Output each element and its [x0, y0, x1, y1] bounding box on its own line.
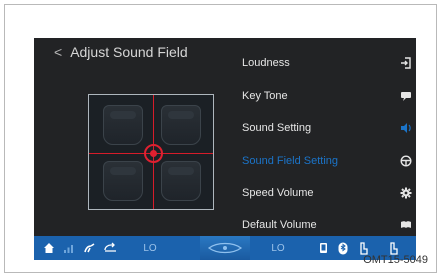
bluetooth-icon[interactable] [336, 240, 350, 256]
menu-item-label: Speed Volume [242, 187, 314, 199]
menu-item-default-volume[interactable]: Default Volume [242, 212, 414, 238]
fan-icon[interactable] [82, 240, 96, 256]
signal-icon [62, 240, 76, 256]
menu-item-label: Sound Field Setting [242, 155, 339, 167]
menu-item-sound-setting[interactable]: Sound Setting [242, 115, 414, 141]
climate-center-icon[interactable] [200, 236, 250, 260]
menu-item-sound-field-setting[interactable]: Sound Field Setting [242, 148, 414, 174]
sound-field-pad[interactable] [88, 94, 214, 210]
infotainment-screen: < Adjust Sound Field Loudness Key Tone S… [34, 38, 416, 260]
seat-front-left [103, 105, 143, 145]
home-icon[interactable] [42, 240, 56, 256]
seat-front-right [161, 105, 201, 145]
back-chevron-icon: < [54, 44, 63, 60]
menu-item-label: Sound Setting [242, 122, 312, 134]
figure-code: OMT15-5049 [363, 254, 428, 266]
seat-rear-right [161, 161, 201, 201]
back-button[interactable]: < Adjust Sound Field [54, 44, 188, 60]
menu-item-label: Key Tone [242, 90, 288, 102]
recirculation-icon[interactable] [102, 240, 118, 256]
menu-item-speed-volume[interactable]: Speed Volume [242, 180, 414, 206]
menu-item-key-tone[interactable]: Key Tone [242, 83, 414, 109]
steering-wheel-icon [398, 153, 414, 169]
status-bar: LO LO [34, 236, 416, 260]
right-temperature[interactable]: LO [268, 240, 288, 256]
settings-menu: Loudness Key Tone Sound Setting Sound Fi… [242, 38, 416, 236]
page-title: Adjust Sound Field [70, 44, 188, 60]
book-icon [398, 217, 414, 233]
seat-rear-left [103, 161, 143, 201]
menu-item-loudness[interactable]: Loudness [242, 50, 414, 76]
menu-item-label: Loudness [242, 57, 290, 69]
gear-icon [398, 185, 414, 201]
menu-item-label: Default Volume [242, 219, 317, 231]
enter-arrow-icon [398, 55, 414, 71]
speech-bubble-icon [398, 88, 414, 104]
phone-icon[interactable] [316, 240, 330, 256]
speaker-icon [398, 120, 414, 136]
left-temperature[interactable]: LO [140, 240, 160, 256]
figure-frame: < Adjust Sound Field Loudness Key Tone S… [4, 4, 437, 273]
sound-field-target-handle[interactable] [144, 144, 163, 163]
